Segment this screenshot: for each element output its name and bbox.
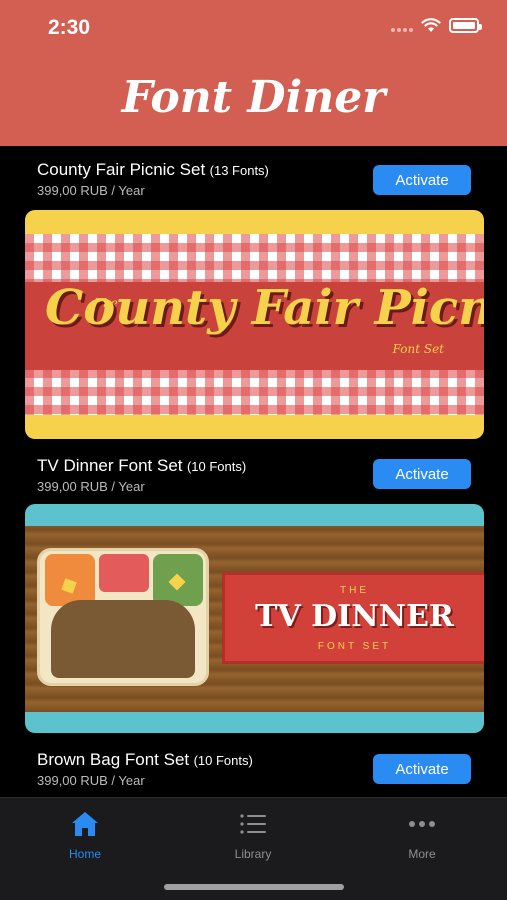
signal-icon — [391, 20, 413, 32]
tab-home[interactable]: Home — [30, 810, 140, 861]
tab-label: Home — [68, 847, 101, 861]
tab-label: More — [408, 847, 436, 861]
tray-compartment — [51, 600, 195, 678]
tray-compartment — [99, 554, 149, 592]
banner-title: TV DINNER — [255, 599, 454, 634]
tab-more[interactable]: More — [367, 810, 477, 861]
banner-subtitle: FONT SET — [317, 641, 392, 652]
banner-the-text: THE — [340, 585, 369, 596]
item-title: Brown Bag Font Set — [37, 750, 190, 769]
status-time: 2:30 — [48, 16, 91, 39]
activate-button[interactable]: Activate — [373, 165, 471, 195]
font-set-banner[interactable]: THE TV DINNER FONT SET — [25, 504, 484, 733]
item-title: TV Dinner Font Set — [37, 456, 183, 475]
app-title-logo: Font Diner — [121, 72, 386, 123]
activate-button[interactable]: Activate — [373, 459, 471, 489]
banner-sign: THE TV DINNER FONT SET — [222, 572, 484, 664]
wifi-icon — [421, 18, 441, 32]
list-icon — [240, 814, 266, 834]
tab-library[interactable]: Library — [198, 810, 308, 861]
battery-icon — [449, 18, 482, 33]
home-indicator — [164, 884, 344, 890]
house-icon — [72, 812, 98, 836]
banner-subtitle: Font Set — [392, 342, 444, 356]
item-title: County Fair Picnic Set — [37, 160, 206, 179]
item-count: (10 Fonts) — [193, 753, 253, 768]
font-set-banner[interactable]: The County Fair Picnic Font Set — [25, 210, 484, 439]
status-icons — [391, 18, 482, 33]
item-count: (13 Fonts) — [209, 163, 269, 178]
item-count: (10 Fonts) — [186, 459, 247, 474]
app-header: 2:30 Font Diner — [0, 0, 507, 146]
tab-label: Library — [234, 847, 272, 861]
ellipsis-icon — [409, 821, 435, 827]
activate-button[interactable]: Activate — [373, 754, 471, 784]
banner-title: County Fair Picnic — [45, 280, 484, 336]
